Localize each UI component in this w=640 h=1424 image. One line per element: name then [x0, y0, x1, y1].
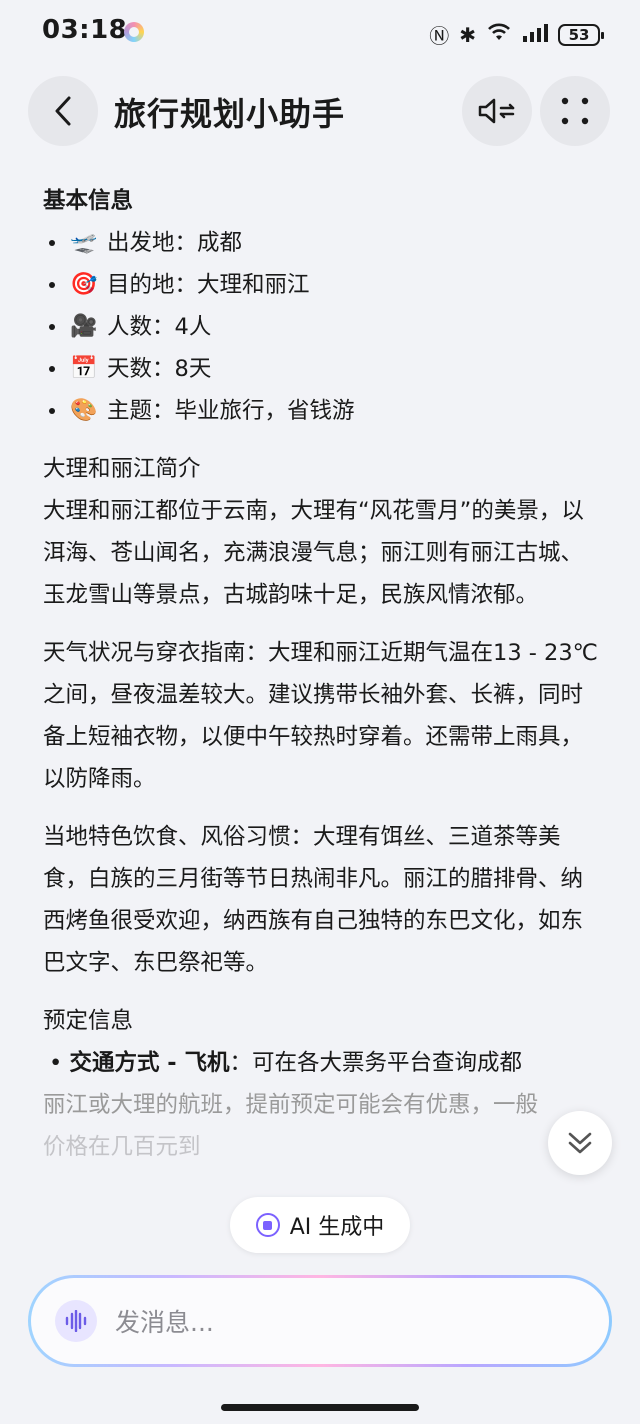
intro-title: 大理和丽江简介 [43, 456, 201, 482]
bullet-icon [49, 366, 55, 372]
double-chevron-down-icon [568, 1132, 592, 1154]
list-item: 🛫 出发地：成都 [43, 222, 599, 264]
speaker-icon [478, 98, 515, 124]
list-item-text: 人数：4人 [107, 314, 212, 340]
camera-icon: 🎥 [70, 314, 98, 339]
booking-item: • 交通方式 - 飞机：可在各大票务平台查询成都 [43, 1042, 599, 1084]
bullet-icon [49, 324, 55, 330]
status-time: 03:18 [42, 15, 128, 45]
voice-wave-icon [65, 1310, 87, 1332]
nfc-icon: Ⓝ [429, 24, 450, 48]
list-item-text: 主题：毕业旅行，省钱游 [107, 398, 355, 424]
list-item-text: 出发地：成都 [107, 230, 243, 256]
booking-line: 价格在几百元到 [43, 1134, 201, 1160]
status-icons: Ⓝ ✱ 53 [429, 20, 604, 49]
booking-item-text: ：可在各大票务平台查询成都 [229, 1050, 522, 1076]
weather-paragraph: 天气状况与穿衣指南：大理和丽江近期气温在13 - 23℃之间，昼夜温差较大。建议… [43, 640, 598, 792]
more-button[interactable] [540, 76, 610, 146]
intro-paragraph: 大理和丽江都位于云南，大理有“风花雪月”的美景，以洱海、苍山闻名，充满浪漫气息；… [43, 498, 584, 608]
palette-icon: 🎨 [70, 398, 98, 423]
ai-generating-button[interactable]: AI 生成中 [230, 1197, 410, 1253]
booking-line: 丽江或大理的航班，提前预定可能会有优惠，一般 [43, 1092, 539, 1118]
bullet-icon [49, 408, 55, 414]
signal-icon [522, 23, 548, 47]
booking-title: 预定信息 [43, 1008, 134, 1034]
message-input-placeholder[interactable]: 发消息... [115, 1303, 214, 1339]
home-indicator[interactable] [221, 1404, 419, 1411]
calendar-icon: 📅 [70, 356, 98, 381]
basic-info-list: 🛫 出发地：成都 🎯 目的地：大理和丽江 🎥 人数：4人 📅 天数：8天 🎨 主题：毕业旅… [43, 222, 599, 432]
status-bar: 03:18 Ⓝ ✱ 53 [0, 0, 640, 66]
stop-generating-icon [255, 1213, 280, 1237]
list-item: 🎯 目的地：大理和丽江 [43, 264, 599, 306]
bullet-icon [49, 282, 55, 288]
booking-item-label: 交通方式 - 飞机 [69, 1050, 230, 1076]
assistant-message: 基本信息 🛫 出发地：成都 🎯 目的地：大理和丽江 🎥 人数：4人 📅 天数：8天 🎨 主… [43, 180, 599, 1168]
more-dots-icon [561, 97, 589, 125]
list-item-text: 目的地：大理和丽江 [107, 272, 310, 298]
sound-button[interactable] [462, 76, 532, 146]
voice-input-button[interactable] [55, 1300, 97, 1342]
bullet-icon [49, 240, 55, 246]
battery-icon: 53 [558, 23, 604, 46]
message-input-inner[interactable]: 发消息... [31, 1278, 609, 1364]
chevron-left-icon [55, 96, 71, 126]
assistant-indicator-icon [124, 22, 144, 42]
bullet-icon: • [49, 1050, 63, 1076]
airplane-icon: 🛫 [70, 230, 98, 255]
target-icon: 🎯 [70, 272, 98, 297]
back-button[interactable] [28, 76, 98, 146]
page-title: 旅行规划小助手 [114, 95, 346, 133]
bluetooth-icon: ✱ [459, 22, 476, 47]
food-paragraph: 当地特色饮食、风俗习惯：大理有饵丝、三道茶等美食，白族的三月街等节日热闹非凡。丽… [43, 824, 584, 976]
message-input-bar[interactable]: 发消息... [28, 1275, 612, 1367]
list-item: 🎨 主题：毕业旅行，省钱游 [43, 390, 599, 432]
list-item: 🎥 人数：4人 [43, 306, 599, 348]
app-header: 旅行规划小助手 [0, 76, 640, 148]
list-item-text: 天数：8天 [107, 356, 212, 382]
list-item: 📅 天数：8天 [43, 348, 599, 390]
ai-status-label: AI 生成中 [289, 1215, 385, 1240]
scroll-to-bottom-button[interactable] [548, 1111, 612, 1175]
wifi-icon [486, 22, 512, 47]
basic-info-title: 基本信息 [43, 188, 134, 214]
